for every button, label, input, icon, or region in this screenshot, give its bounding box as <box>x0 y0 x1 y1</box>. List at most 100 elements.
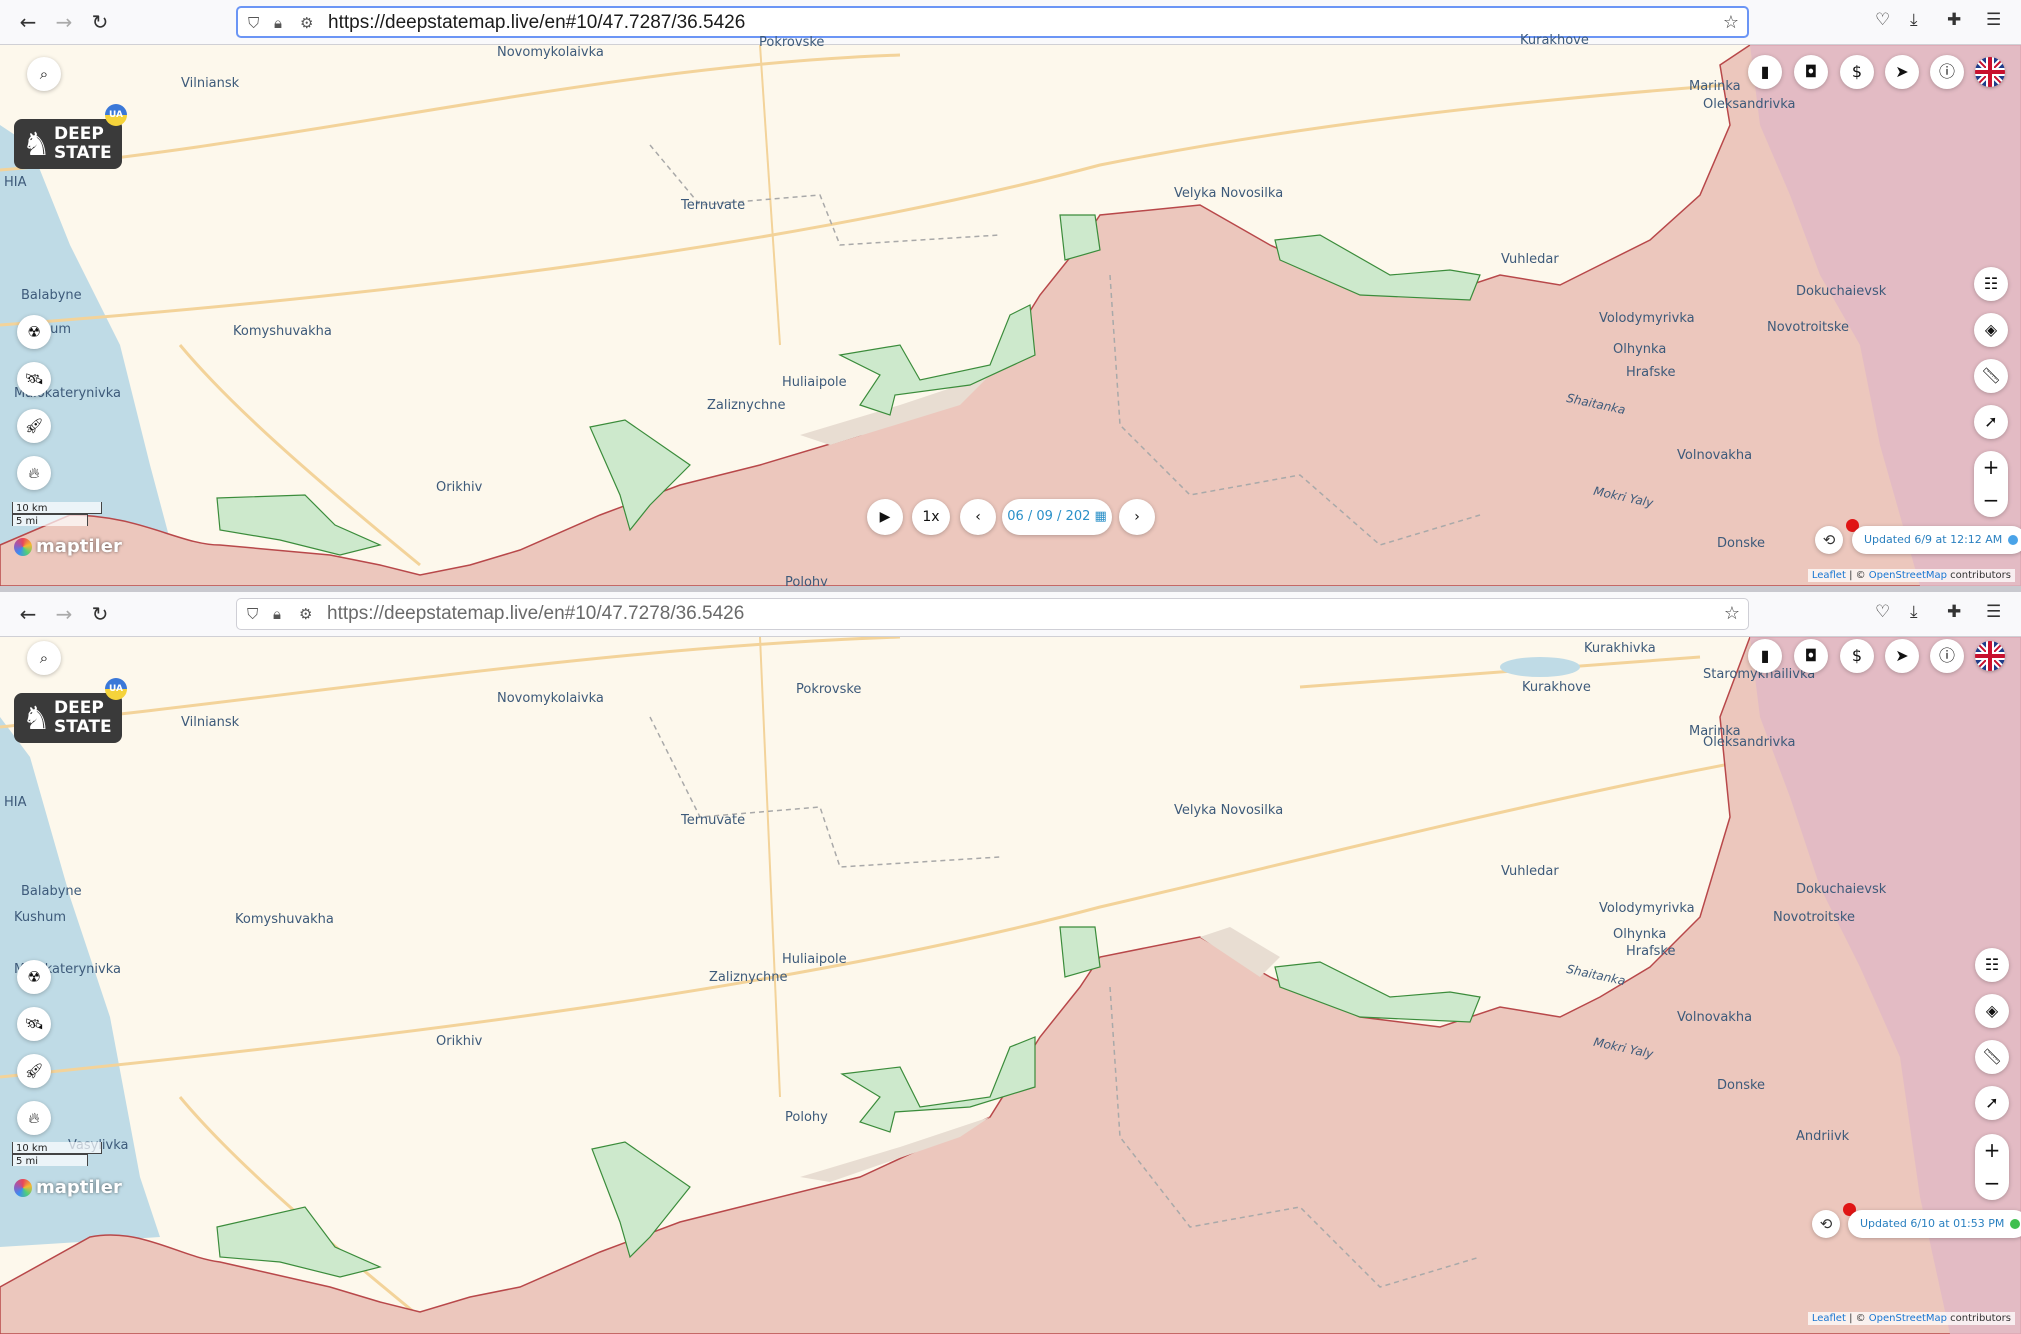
missile-button[interactable]: 🚀︎ <box>17 409 51 443</box>
pocket-icon[interactable]: ♡ <box>1875 602 1890 622</box>
bookmark-star-icon[interactable]: ☆ <box>1723 12 1739 33</box>
statistics-button[interactable]: ▮ <box>1748 639 1782 673</box>
prev-day-button[interactable]: ‹ <box>960 499 996 535</box>
reload-icon[interactable]: ↻ <box>86 8 114 36</box>
download-icon[interactable]: ⤓ <box>1910 602 1918 622</box>
extensions-icon[interactable]: ✚ <box>1947 10 1961 30</box>
search-button[interactable]: ⌕ <box>27 641 61 675</box>
status-dot <box>2010 1219 2021 1229</box>
speed-button[interactable]: 1x <box>912 499 950 535</box>
layers-button[interactable]: ◈ <box>1975 994 2009 1028</box>
statistics-button[interactable]: ▮ <box>1748 55 1782 89</box>
url-bar[interactable]: ⛉ 🔒︎ ⚙ https://deepstatemap.live/en#10/4… <box>236 598 1749 630</box>
place-label: Pokrovske <box>759 35 825 50</box>
ruler-icon: 📏︎ <box>1980 366 2002 385</box>
place-label: Balabyne <box>21 288 82 303</box>
history-icon: ⟲ <box>1822 531 1836 549</box>
pocket-icon[interactable]: ♡ <box>1875 10 1890 30</box>
url-text[interactable]: https://deepstatemap.live/en#10/47.7287/… <box>328 12 745 34</box>
menu-icon[interactable]: ☰ <box>1986 602 2001 622</box>
back-icon[interactable]: ← <box>14 8 42 36</box>
place-label: Olhynka <box>1613 342 1667 357</box>
back-icon[interactable]: ← <box>14 600 42 628</box>
extensions-icon[interactable]: ✚ <box>1947 602 1961 622</box>
lock-icon[interactable]: 🔒︎ <box>273 605 281 623</box>
map-canvas[interactable]: Novomykolaivka Pokrovske Kurakhove Vilni… <box>0 33 2021 588</box>
place-label: Volnovakha <box>1677 448 1753 463</box>
fire-button[interactable]: 🔥︎ <box>17 1101 51 1135</box>
language-button[interactable] <box>1975 641 2005 671</box>
forward-icon[interactable]: → <box>50 600 78 628</box>
telegram-button[interactable]: ➤ <box>1885 639 1919 673</box>
menu-icon[interactable]: ☰ <box>1986 10 2001 30</box>
update-status[interactable]: Updated 6/9 at 12:12 AM <box>1852 526 2021 554</box>
scale-bar: 10 km 5 mi <box>12 502 104 527</box>
fire-button[interactable]: 🔥︎ <box>17 456 51 490</box>
osm-link[interactable]: OpenStreetMap <box>1869 570 1947 581</box>
zoom-out-button[interactable]: − <box>1975 1167 2009 1200</box>
layers-button[interactable]: ◈ <box>1974 313 2008 347</box>
nuclear-button[interactable]: ☢ <box>17 960 51 994</box>
bookmark-star-icon[interactable]: ☆ <box>1724 603 1740 624</box>
uk-flag-icon <box>1975 57 2005 87</box>
place-label: Velyka Novosilka <box>1174 186 1284 201</box>
next-day-button[interactable]: › <box>1119 499 1155 535</box>
zoom-control: + − <box>1974 451 2008 517</box>
donate-button[interactable]: $ <box>1840 55 1874 89</box>
money-icon: $ <box>1851 646 1863 665</box>
reload-icon[interactable]: ↻ <box>86 600 114 628</box>
permissions-icon[interactable]: ⚙ <box>299 605 312 623</box>
telegram-icon: ➤ <box>1895 646 1909 665</box>
zoom-out-button[interactable]: − <box>1974 484 2008 517</box>
zoom-in-button[interactable]: + <box>1975 1134 2009 1167</box>
place-label: Hrafske <box>1626 365 1676 380</box>
filters-button[interactable]: ☷ <box>1975 948 2009 982</box>
info-button[interactable]: ⓘ <box>1930 639 1964 673</box>
lock-icon[interactable]: 🔒︎ <box>274 14 282 32</box>
place-label: Kushum <box>14 910 67 925</box>
browser-toolbar: ← → ↻ ⛉ 🔒︎ ⚙ https://deepstatemap.live/e… <box>0 592 2021 637</box>
missile-button[interactable]: 🚀︎ <box>17 1054 51 1088</box>
shield-icon[interactable]: ⛉ <box>247 605 258 623</box>
telegram-button[interactable]: ➤ <box>1885 55 1919 89</box>
maptiler-logo[interactable]: maptiler <box>14 1177 122 1198</box>
bot-button[interactable]: ◘ <box>1794 55 1828 89</box>
maptiler-logo[interactable]: maptiler <box>14 536 122 557</box>
play-button[interactable]: ▶ <box>867 499 903 535</box>
history-button[interactable]: ⟲ <box>1812 1210 1840 1238</box>
donate-button[interactable]: $ <box>1840 639 1874 673</box>
fire-icon: 🔥︎ <box>28 1109 40 1127</box>
language-button[interactable] <box>1975 57 2005 87</box>
place-label: Polohy <box>785 1110 828 1125</box>
place-label: Kurakhove <box>1520 33 1589 48</box>
update-status[interactable]: Updated 6/10 at 01:53 PM <box>1848 1210 2021 1238</box>
search-button[interactable]: ⌕ <box>27 57 61 91</box>
url-text[interactable]: https://deepstatemap.live/en#10/47.7278/… <box>327 603 744 625</box>
place-label: Volodymyrivka <box>1599 311 1695 326</box>
date-picker[interactable]: 06 / 09 / 202 ▦ <box>1002 499 1112 535</box>
satellite-button[interactable]: 🛰︎ <box>17 362 51 396</box>
satellite-button[interactable]: 🛰︎ <box>17 1007 51 1041</box>
permissions-icon[interactable]: ⚙ <box>300 14 313 32</box>
shield-icon[interactable]: ⛉ <box>248 14 259 32</box>
layers-icon: ◈ <box>1984 320 1998 339</box>
ruler-button[interactable]: 📏︎ <box>1975 1040 2009 1074</box>
forward-icon[interactable]: → <box>50 8 78 36</box>
bot-button[interactable]: ◘ <box>1794 639 1828 673</box>
leaflet-link[interactable]: Leaflet <box>1812 1313 1846 1324</box>
download-icon[interactable]: ⤓ <box>1910 10 1918 30</box>
info-button[interactable]: ⓘ <box>1930 55 1964 89</box>
locate-button[interactable]: ➚ <box>1974 405 2008 439</box>
place-label: Oleksandrivka <box>1703 735 1796 750</box>
osm-link[interactable]: OpenStreetMap <box>1869 1313 1947 1324</box>
place-label: Vuhledar <box>1501 252 1559 267</box>
place-label: Balabyne <box>21 884 82 899</box>
filters-button[interactable]: ☷ <box>1974 267 2008 301</box>
ruler-button[interactable]: 📏︎ <box>1974 359 2008 393</box>
leaflet-link[interactable]: Leaflet <box>1812 570 1846 581</box>
locate-button[interactable]: ➚ <box>1975 1086 2009 1120</box>
map-canvas[interactable]: Novomykolaivka Pokrovske Kurakhivka Kura… <box>0 637 2021 1334</box>
nuclear-button[interactable]: ☢ <box>17 315 51 349</box>
history-button[interactable]: ⟲ <box>1815 526 1843 554</box>
zoom-in-button[interactable]: + <box>1974 451 2008 484</box>
